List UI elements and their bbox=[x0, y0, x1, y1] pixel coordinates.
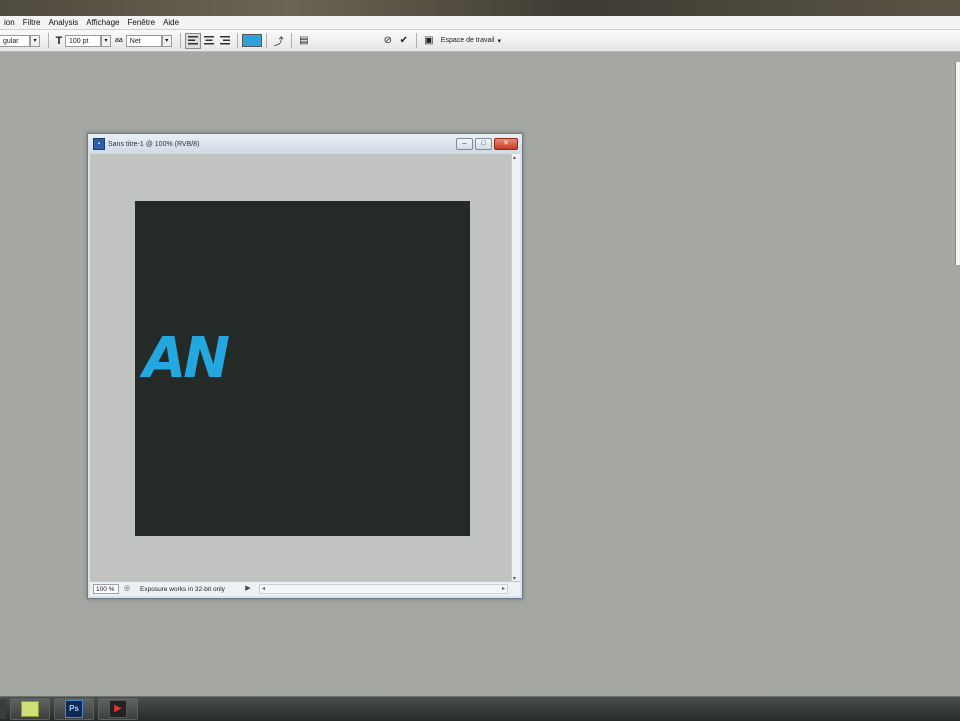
workspace-menu[interactable]: Espace de travail ▾ bbox=[437, 34, 505, 48]
document-status-bar: 100 % ◎ Exposure works in 32-bit only ▶ … bbox=[90, 581, 520, 596]
cancel-icon: ⊘ bbox=[383, 35, 392, 46]
align-right-icon bbox=[219, 36, 230, 45]
align-left-icon bbox=[187, 36, 198, 45]
status-menu-arrow-icon[interactable]: ▶ bbox=[243, 584, 253, 594]
media-recorder-icon: ▶ bbox=[109, 700, 127, 718]
menu-item-affichage[interactable]: Affichage bbox=[82, 18, 123, 27]
antialias-field[interactable]: Net bbox=[125, 34, 162, 47]
maximize-button[interactable]: □ bbox=[475, 138, 492, 150]
workspace-switch-button[interactable]: ▣ bbox=[421, 33, 437, 49]
menu-item-analysis[interactable]: Analysis bbox=[44, 18, 82, 27]
vertical-scrollbar[interactable]: ▴ ▾ bbox=[511, 154, 520, 582]
document-title: Sans titre-1 @ 100% (RVB/8) bbox=[108, 140, 200, 148]
cancel-edits-button[interactable]: ⊘ bbox=[380, 33, 396, 49]
checkmark-icon: ✔ bbox=[399, 35, 408, 46]
minimize-button[interactable]: – bbox=[456, 138, 473, 150]
photoshop-document-icon: ▪ bbox=[93, 138, 105, 150]
separator bbox=[290, 33, 292, 48]
warp-text-icon: ⤴ bbox=[273, 37, 284, 48]
sticky-notes-icon bbox=[21, 701, 39, 717]
chevron-down-icon[interactable]: ▾ bbox=[161, 34, 172, 47]
commit-edits-button[interactable]: ✔ bbox=[396, 33, 412, 49]
panel-edge[interactable] bbox=[955, 62, 960, 265]
align-right-button[interactable] bbox=[217, 33, 233, 49]
menu-item-aide[interactable]: Aide bbox=[159, 18, 183, 27]
font-size-field[interactable]: 100 pt bbox=[65, 34, 101, 47]
warp-text-button[interactable]: ⤴ bbox=[271, 33, 287, 49]
antialias-icon: aa bbox=[115, 37, 123, 44]
chevron-down-icon[interactable]: ▾ bbox=[30, 34, 40, 47]
menu-bar: ion Filtre Analysis Affichage Fenêtre Ai… bbox=[0, 16, 960, 30]
antialias-select[interactable]: aa Net ▾ bbox=[115, 34, 172, 47]
workspace-label: Espace de travail bbox=[440, 37, 495, 44]
scroll-right-icon[interactable]: ▸ bbox=[502, 585, 505, 594]
align-center-icon bbox=[203, 36, 214, 45]
logo-text: AN bbox=[139, 326, 229, 391]
menu-item-filtre[interactable]: Filtre bbox=[19, 18, 45, 27]
zoom-field[interactable]: 100 % bbox=[93, 584, 119, 594]
separator bbox=[179, 33, 181, 48]
font-size-select[interactable]: T 100 pt ▾ bbox=[53, 33, 111, 49]
panels-icon: ▤ bbox=[299, 35, 309, 46]
start-button-edge[interactable] bbox=[0, 699, 6, 719]
menu-item-fenetre[interactable]: Fenêtre bbox=[123, 18, 159, 27]
separator bbox=[48, 33, 49, 48]
camera-icon: ▣ bbox=[424, 35, 434, 46]
logo-graphic[interactable]: AN bbox=[135, 201, 470, 536]
separator bbox=[265, 33, 267, 48]
document-title-bar[interactable]: ▪ Sans titre-1 @ 100% (RVB/8) – □ ✕ bbox=[88, 134, 522, 154]
font-style-field[interactable]: gular bbox=[0, 34, 30, 47]
photoshop-icon: Ps bbox=[65, 700, 83, 718]
document-window: ▪ Sans titre-1 @ 100% (RVB/8) – □ ✕ AN ▴… bbox=[87, 133, 523, 599]
status-text: Exposure works in 32-bit only bbox=[140, 585, 225, 593]
desktop-background-strip bbox=[0, 0, 960, 16]
document-pasteboard: AN bbox=[90, 154, 513, 582]
chevron-down-icon: ▾ bbox=[497, 37, 502, 45]
taskbar-photoshop[interactable]: Ps bbox=[54, 698, 94, 720]
scroll-up-icon[interactable]: ▴ bbox=[513, 154, 516, 161]
menu-item-edition[interactable]: ion bbox=[0, 18, 19, 27]
chevron-down-icon[interactable]: ▾ bbox=[101, 34, 111, 47]
close-button[interactable]: ✕ bbox=[494, 138, 518, 150]
separator bbox=[236, 33, 238, 48]
options-bar: gular ▾ T 100 pt ▾ aa Net ▾ ⤴ ▤ ⊘ ✔ ▣ Es… bbox=[0, 30, 960, 52]
align-left-button[interactable] bbox=[184, 32, 201, 49]
window-controls: – □ ✕ bbox=[456, 138, 518, 150]
horizontal-scrollbar[interactable]: ◂ ▸ bbox=[259, 584, 508, 594]
font-style-select[interactable]: gular ▾ bbox=[0, 34, 40, 47]
taskbar: Ps ▶ bbox=[0, 696, 960, 721]
taskbar-media-app[interactable]: ▶ bbox=[98, 698, 138, 720]
font-size-icon: T bbox=[55, 34, 63, 47]
scroll-left-icon[interactable]: ◂ bbox=[262, 585, 265, 594]
taskbar-notes-app[interactable] bbox=[10, 698, 50, 720]
separator bbox=[415, 33, 417, 48]
character-panel-button[interactable]: ▤ bbox=[296, 33, 312, 49]
text-color-swatch[interactable] bbox=[241, 34, 262, 47]
status-options-icon[interactable]: ◎ bbox=[122, 584, 132, 594]
canvas[interactable]: AN bbox=[135, 201, 470, 536]
align-center-button[interactable] bbox=[201, 33, 217, 49]
